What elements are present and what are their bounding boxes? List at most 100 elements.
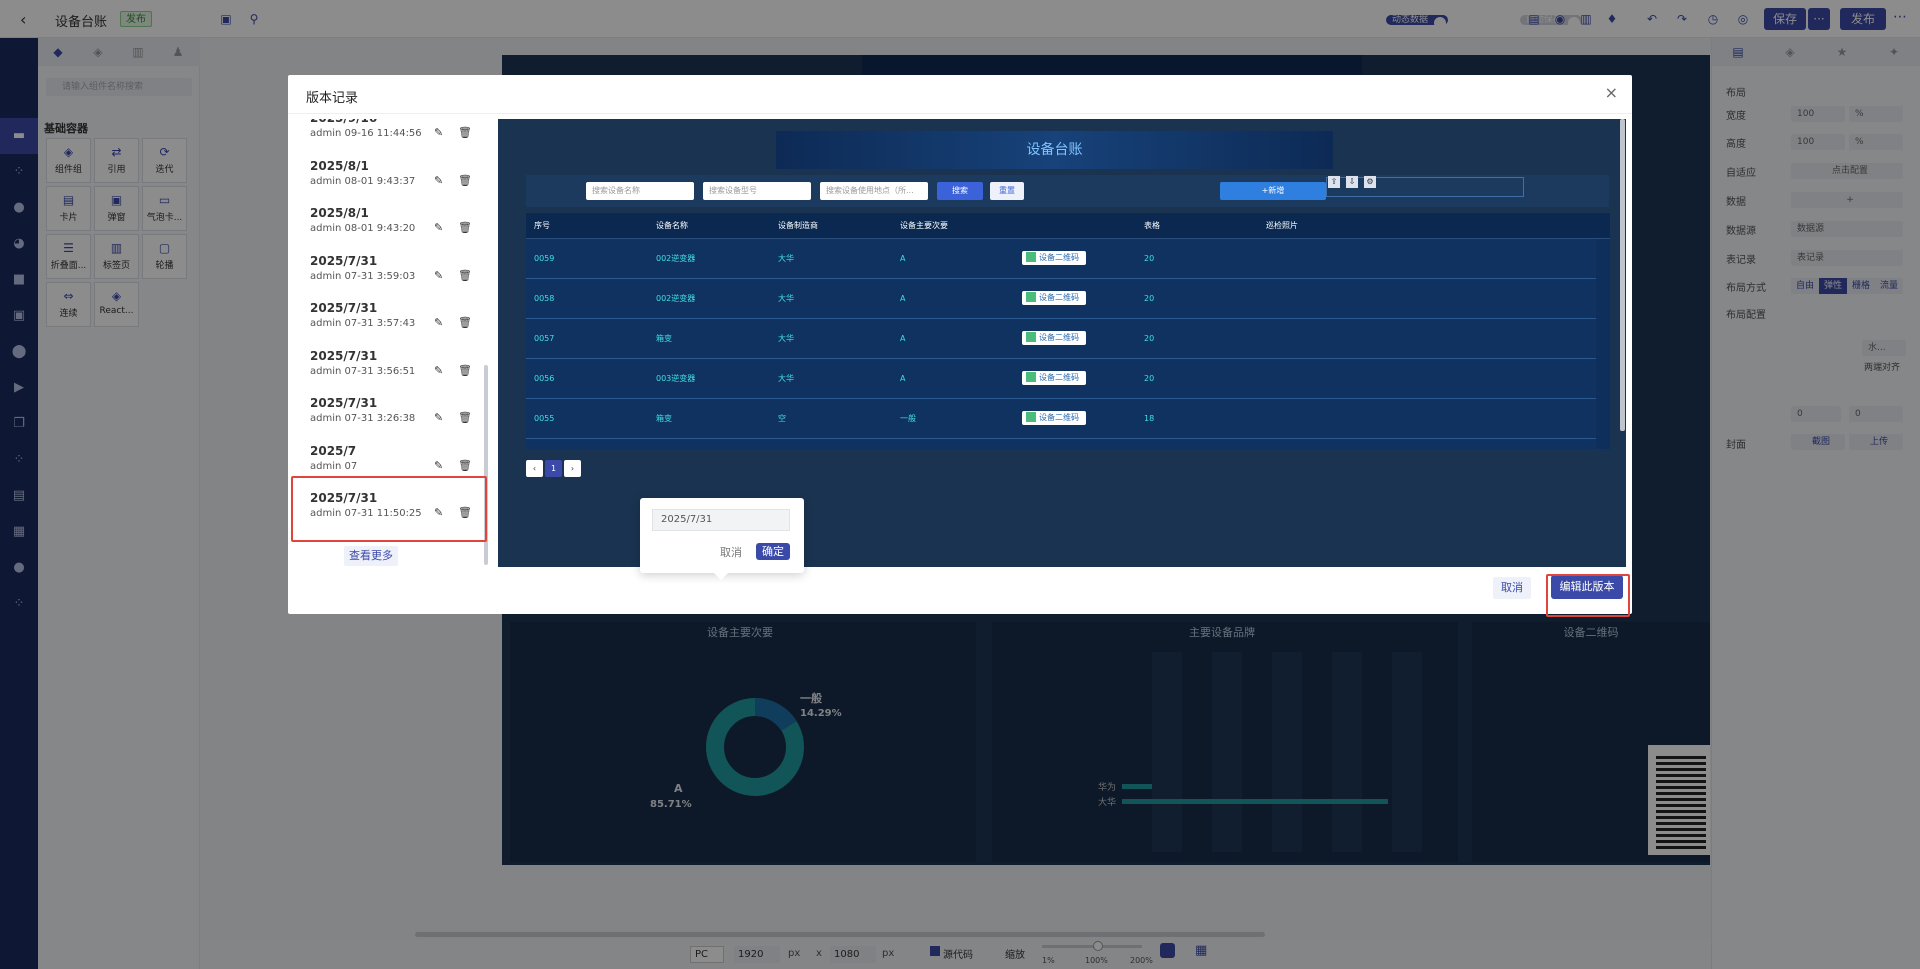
- column-header: 序号: [534, 221, 550, 230]
- rename-popover: 2025/7/31 取消 确定: [640, 498, 804, 581]
- popover-arrow: [713, 565, 729, 581]
- preview-table: 序号 设备名称 设备制造商 设备主要次要 表格 巡检照片 0059 002逆变器 大华 A 设备二…: [526, 213, 1610, 449]
- edit-pencil-icon[interactable]: ✎: [434, 459, 443, 472]
- version-date: 2025/7/31: [310, 396, 378, 410]
- edit-pencil-icon[interactable]: ✎: [434, 364, 443, 377]
- delete-trash-icon[interactable]: 🗑: [458, 459, 472, 472]
- page-1-button[interactable]: 1: [545, 460, 562, 477]
- column-header: 表格: [1144, 221, 1160, 230]
- settings-gear-icon[interactable]: ⚙: [1364, 176, 1376, 188]
- table-row[interactable]: 0057 箱变 大华 A 设备二维码 20: [526, 319, 1596, 359]
- column-header: 设备名称: [656, 221, 688, 230]
- cell-maker: 大华: [778, 446, 794, 449]
- search-button[interactable]: 搜索: [937, 182, 983, 200]
- version-meta: admin 08-01 9:43:37: [310, 175, 416, 187]
- qr-code-button[interactable]: 设备二维码: [1022, 331, 1086, 345]
- version-item[interactable]: 2025/7/31 admin 07-31 3:26:38 ✎ 🗑: [310, 392, 480, 439]
- version-item[interactable]: 2025/7/31 admin 07-31 3:56:51 ✎ 🗑: [310, 345, 480, 392]
- cell-level: A: [900, 374, 906, 383]
- column-header: 设备主要次要: [900, 221, 948, 230]
- reset-button[interactable]: 重置: [990, 182, 1024, 200]
- version-name-input[interactable]: 2025/7/31: [652, 509, 790, 531]
- search-place-input[interactable]: 搜索设备使用地点（所...: [820, 182, 928, 200]
- cell-name: 003逆变器: [656, 374, 696, 383]
- cell-maker: 大华: [778, 334, 794, 343]
- table-row[interactable]: 0056 003逆变器 大华 A 设备二维码 20: [526, 359, 1596, 399]
- search-name-input[interactable]: 搜索设备名称: [586, 182, 694, 200]
- table-row[interactable]: 0058 002逆变器 大华 A 设备二维码 20: [526, 279, 1596, 319]
- cell-level: A: [900, 446, 905, 449]
- version-item[interactable]: 2025/9/16 admin 09-16 11:44:56 ✎ 🗑: [310, 119, 480, 154]
- delete-trash-icon[interactable]: 🗑: [458, 174, 472, 187]
- qr-code-button[interactable]: 设备二维码: [1022, 371, 1086, 385]
- edit-pencil-icon[interactable]: ✎: [434, 269, 443, 282]
- cell-count: 20: [1144, 254, 1155, 263]
- version-date: 2025/8/1: [310, 206, 369, 220]
- preview-scrollbar[interactable]: [1620, 119, 1625, 431]
- cell-level: 一般: [900, 414, 916, 423]
- qr-code-button[interactable]: 设备二维码: [1022, 251, 1086, 265]
- cell-name: 002逆变器: [656, 294, 696, 303]
- qr-code-button[interactable]: 设备二维码: [1022, 291, 1086, 305]
- add-button[interactable]: +新增: [1220, 182, 1326, 200]
- import-icon[interactable]: ⇪: [1328, 176, 1340, 188]
- cell-level: A: [900, 294, 906, 303]
- version-history-modal: 版本记录 × 2025/9/16admin 09-16 11:44:56✎🗑20…: [288, 75, 1632, 617]
- edit-pencil-icon[interactable]: ✎: [434, 174, 443, 187]
- edit-pencil-icon[interactable]: ✎: [434, 126, 443, 139]
- edit-pencil-icon[interactable]: ✎: [434, 316, 443, 329]
- version-item[interactable]: 2025/7/31 admin 07-31 3:57:43 ✎ 🗑: [310, 297, 480, 344]
- cell-no: 0055: [534, 414, 555, 423]
- version-meta: admin 07: [310, 460, 358, 472]
- cell-count: 20: [1144, 374, 1155, 383]
- version-date: 2025/7/31: [310, 348, 378, 363]
- preview-search-bar: 搜索设备名称 搜索设备型号 搜索设备使用地点（所... 搜索 重置 +新增 ⇪ …: [526, 175, 1609, 207]
- cell-maker: 大华: [778, 254, 794, 263]
- delete-trash-icon[interactable]: 🗑: [458, 126, 472, 139]
- cell-name: 箱变: [656, 334, 672, 343]
- export-icon[interactable]: ⇩: [1346, 176, 1358, 188]
- version-meta: admin 07-31 3:26:38: [310, 413, 416, 424]
- table-header: 序号 设备名称 设备制造商 设备主要次要 表格 巡检照片: [526, 213, 1610, 239]
- cell-maker: 空: [778, 414, 786, 423]
- delete-trash-icon[interactable]: 🗑: [458, 411, 472, 424]
- delete-trash-icon[interactable]: 🗑: [458, 364, 472, 377]
- delete-trash-icon[interactable]: 🗑: [458, 221, 472, 234]
- table-row[interactable]: 0055 箱变 空 一般 设备二维码 18: [526, 399, 1596, 439]
- close-icon[interactable]: ×: [1605, 83, 1618, 102]
- popover-ok-button[interactable]: 确定: [756, 543, 790, 560]
- cell-level: A: [900, 334, 906, 343]
- selected-version-highlight: [291, 476, 487, 542]
- version-item[interactable]: 2025/7/31 admin 07-31 3:59:03 ✎ 🗑: [310, 250, 480, 297]
- version-date: 2025/7/31: [310, 301, 378, 315]
- version-meta: admin 07-31 3:59:03: [310, 270, 416, 282]
- cell-no: 0058: [534, 294, 555, 303]
- prev-page-button[interactable]: ‹: [526, 460, 543, 477]
- popover-cancel-button[interactable]: 取消: [720, 544, 742, 560]
- cell-no: 0059: [534, 254, 555, 263]
- version-meta: admin 07-31 3:56:51: [310, 365, 416, 377]
- version-date: 2025/8/1: [310, 158, 369, 173]
- version-meta: admin 07-31 3:57:43: [310, 318, 416, 329]
- delete-trash-icon[interactable]: 🗑: [458, 269, 472, 282]
- cell-count: 20: [1144, 446, 1154, 449]
- cell-maker: 大华: [778, 294, 794, 303]
- edit-pencil-icon[interactable]: ✎: [434, 221, 443, 234]
- cell-name: 002逆变器: [656, 254, 696, 263]
- edit-pencil-icon[interactable]: ✎: [434, 411, 443, 424]
- cell-count: 20: [1144, 294, 1155, 303]
- cell-level: A: [900, 254, 906, 263]
- search-model-input[interactable]: 搜索设备型号: [703, 182, 811, 200]
- view-more-button[interactable]: 查看更多: [344, 546, 398, 566]
- cancel-button[interactable]: 取消: [1493, 577, 1531, 599]
- version-date: 2025/7: [310, 443, 357, 458]
- cell-name: 002逆变器: [656, 446, 695, 449]
- version-date: 2025/9/16: [310, 119, 377, 125]
- table-row[interactable]: 0059 002逆变器 大华 A 设备二维码 20: [526, 239, 1596, 279]
- delete-trash-icon[interactable]: 🗑: [458, 316, 472, 329]
- version-item[interactable]: 2025/8/1 admin 08-01 9:43:20 ✎ 🗑: [310, 202, 480, 249]
- table-row[interactable]: 0054002逆变器大华A设备二维码20: [526, 439, 1596, 449]
- qr-code-button[interactable]: 设备二维码: [1022, 411, 1086, 425]
- version-item[interactable]: 2025/8/1 admin 08-01 9:43:37 ✎ 🗑: [310, 155, 480, 202]
- next-page-button[interactable]: ›: [564, 460, 581, 477]
